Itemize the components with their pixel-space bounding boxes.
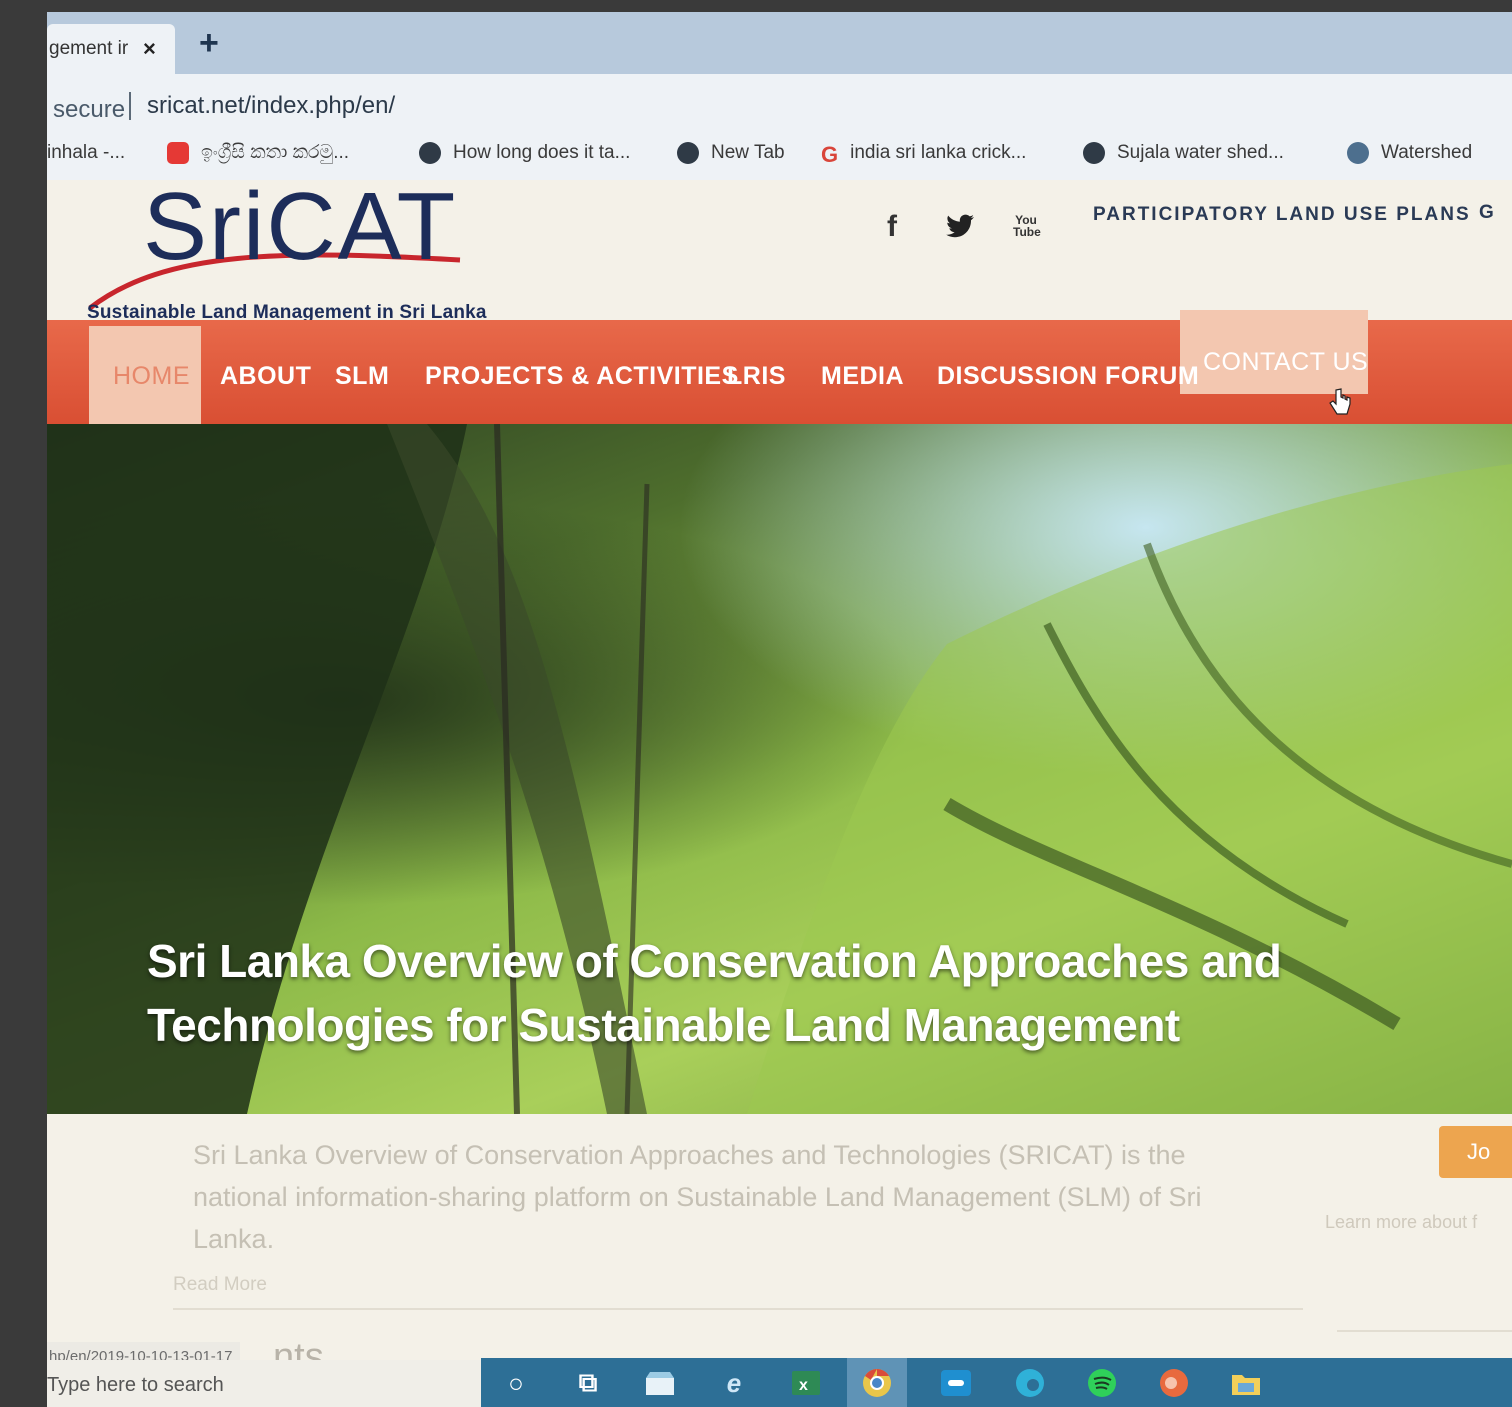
nav-media[interactable]: MEDIA (821, 362, 904, 391)
intro-paragraph: Sri Lanka Overview of Conservation Appro… (193, 1140, 1202, 1254)
nav-contact-us[interactable]: CONTACT US (1203, 348, 1368, 377)
globe-icon (677, 142, 699, 164)
bookmark-label: Sujala water shed... (1117, 142, 1284, 163)
bookmark-item[interactable]: inhala -... (47, 142, 125, 164)
search-input[interactable]: Type here to search (47, 1374, 224, 1397)
browser-tab[interactable]: gement ir × (47, 24, 175, 74)
browser-tab-strip: gement ir × + (47, 12, 1512, 74)
bookmark-label: ඉංග්‍රීසි කතා කරමු... (201, 142, 350, 163)
store-icon[interactable] (643, 1366, 677, 1400)
hero-title[interactable]: Sri Lanka Overview of Conservation Appro… (147, 929, 1467, 1057)
join-button[interactable]: Jo (1439, 1126, 1512, 1178)
bookmark-item[interactable]: G india sri lanka crick... (821, 142, 1027, 167)
intro-section: Sri Lanka Overview of Conservation Appro… (47, 1114, 1512, 1378)
youtube-icon[interactable]: You Tube (1013, 214, 1041, 238)
address-bar[interactable]: secure sricat.net/index.php/en/ (47, 74, 1512, 130)
site-header: SriCAT Sustainable Land Management in Sr… (47, 173, 1512, 323)
tab-title: gement ir (49, 38, 129, 59)
address-separator (129, 92, 131, 120)
hand-cursor-icon (1329, 388, 1351, 415)
powerpoint-icon[interactable] (1157, 1366, 1191, 1400)
close-icon[interactable]: × (143, 36, 156, 62)
taskbar-search[interactable]: Type here to search (47, 1360, 481, 1407)
bookmark-item[interactable]: How long does it ta... (419, 142, 630, 164)
nav-discussion-forum[interactable]: DISCUSSION FORUM (937, 362, 1199, 391)
new-tab-icon[interactable]: + (199, 24, 219, 63)
file-explorer-icon[interactable] (1229, 1366, 1263, 1400)
main-nav: HOME ABOUT SLM PROJECTS & ACTIVITIES LRI… (47, 310, 1512, 424)
participatory-land-use-plans-link[interactable]: PARTICIPATORY LAND USE PLANS (1093, 204, 1471, 226)
bookmark-label: india sri lanka crick... (850, 142, 1027, 163)
bookmark-item[interactable]: ඉංග්‍රීසි කතා කරමු... (167, 142, 349, 164)
globe-icon (1083, 142, 1105, 164)
read-more-link[interactable]: Read More (173, 1274, 267, 1296)
hero-banner[interactable]: Sri Lanka Overview of Conservation Appro… (47, 424, 1512, 1114)
globe-icon (419, 142, 441, 164)
windows-taskbar: ○ ⧉ e x (481, 1358, 1512, 1407)
bookmark-label: inhala -... (47, 142, 126, 163)
site-icon (1347, 142, 1369, 164)
url-field[interactable]: sricat.net/index.php/en/ (147, 92, 395, 120)
nav-projects-activities[interactable]: PROJECTS & ACTIVITIES (425, 362, 739, 391)
top-link-cut[interactable]: G (1479, 202, 1494, 224)
bookmark-label: New Tab (711, 142, 785, 163)
nav-home[interactable]: HOME (113, 362, 190, 391)
bookmark-label: Watershed (1381, 142, 1473, 163)
google-icon: G (821, 142, 839, 167)
chrome-icon[interactable] (847, 1358, 907, 1407)
edge-icon[interactable] (1013, 1366, 1047, 1400)
ie-icon[interactable]: e (717, 1366, 751, 1400)
site-logo[interactable]: SriCAT (143, 172, 457, 282)
app-icon[interactable] (939, 1366, 973, 1400)
sidebar-divider (1337, 1330, 1512, 1332)
twitter-icon[interactable] (945, 214, 975, 248)
task-view-icon[interactable]: ⧉ (571, 1366, 605, 1400)
spotify-icon[interactable] (1085, 1366, 1119, 1400)
bookmark-label: How long does it ta... (453, 142, 631, 163)
bookmark-item[interactable]: Watershed (1347, 142, 1472, 164)
nav-lris[interactable]: LRIS (727, 362, 786, 391)
youtube-icon (167, 142, 189, 164)
nav-about[interactable]: ABOUT (220, 362, 311, 391)
section-divider (173, 1308, 1303, 1310)
bookmark-item[interactable]: Sujala water shed... (1083, 142, 1284, 164)
excel-icon[interactable]: x (789, 1366, 823, 1400)
monitor-screen: gement ir × + secure sricat.net/index.ph… (47, 12, 1512, 1407)
nav-slm[interactable]: SLM (335, 362, 389, 391)
facebook-icon[interactable]: f (887, 210, 897, 244)
svg-text:x: x (799, 1377, 808, 1394)
learn-more-link[interactable]: Learn more about f (1325, 1212, 1477, 1233)
bookmark-item[interactable]: New Tab (677, 142, 785, 164)
security-indicator[interactable]: secure (53, 96, 125, 124)
cortana-icon[interactable]: ○ (499, 1366, 533, 1400)
